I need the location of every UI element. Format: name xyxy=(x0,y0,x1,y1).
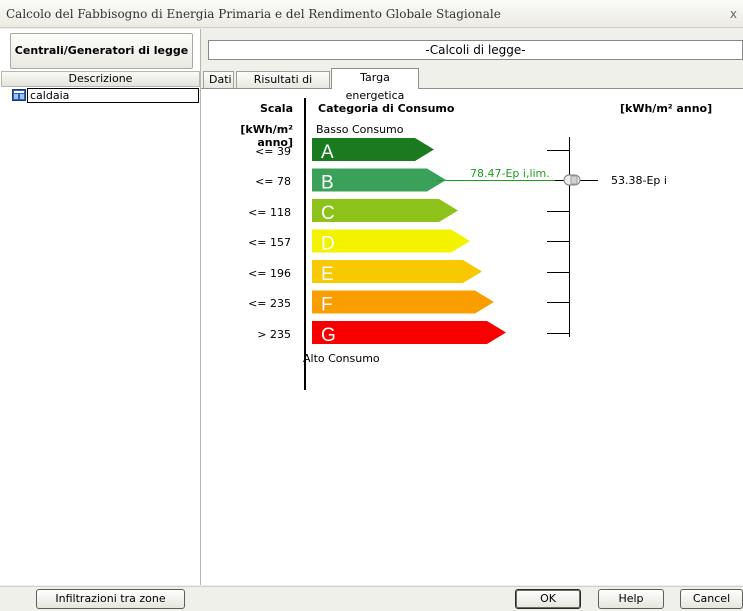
unit-right-label: [kWh/m² anno] xyxy=(620,102,713,115)
threshold-e: <= 196 xyxy=(248,267,291,280)
axis-tick xyxy=(547,150,569,151)
boiler-icon xyxy=(12,89,26,101)
axis-tick xyxy=(547,241,569,242)
axis-tick xyxy=(547,272,569,273)
threshold-g: > 235 xyxy=(257,328,291,341)
section-title: -Calcoli di legge- xyxy=(208,40,743,60)
class-d-arrow xyxy=(312,229,470,253)
scale-title: Scala xyxy=(259,102,293,115)
ok-button[interactable]: OK xyxy=(515,589,581,609)
class-a-letter: A xyxy=(321,142,334,163)
class-g-letter: G xyxy=(321,325,336,346)
value-axis-line xyxy=(569,137,570,337)
tab-targa-energetica[interactable]: Targa energetica xyxy=(331,68,419,102)
tab-risultati-di-calcolo[interactable]: Risultati di calcolo xyxy=(236,71,330,101)
threshold-b: <= 78 xyxy=(255,175,291,188)
class-f-letter: F xyxy=(321,295,333,316)
threshold-a: <= 39 xyxy=(255,145,291,158)
infiltrazioni-button[interactable]: Infiltrazioni tra zone xyxy=(36,589,185,609)
limit-marker-line xyxy=(437,180,555,181)
threshold-d: <= 157 xyxy=(248,236,291,249)
class-b-letter: B xyxy=(321,173,334,194)
close-icon[interactable]: x xyxy=(730,0,737,28)
class-e-letter: E xyxy=(321,264,334,285)
axis-tick xyxy=(547,302,569,303)
help-button[interactable]: Help xyxy=(598,589,664,609)
threshold-c: <= 118 xyxy=(248,206,291,219)
threshold-f: <= 235 xyxy=(248,297,291,310)
class-e-arrow xyxy=(312,260,482,283)
class-d-letter: D xyxy=(321,234,335,255)
value-pointer-icon xyxy=(563,174,581,186)
class-f-arrow xyxy=(312,290,494,314)
tab-dati[interactable]: Dati xyxy=(203,71,234,88)
class-g-arrow xyxy=(312,321,506,344)
cancel-button[interactable]: Cancel xyxy=(680,589,743,609)
window-title: Calcolo del Fabbisogno di Energia Primar… xyxy=(0,0,743,28)
axis-tick xyxy=(547,333,569,334)
alto-consumo-label: Alto Consumo xyxy=(303,352,380,365)
current-value-label: 53.38-Ep i xyxy=(611,174,667,187)
left-panel-header: Centrali/Generatori di legge xyxy=(10,33,193,69)
left-panel xyxy=(0,29,201,585)
limit-value-label: 78.47-Ep i,lim. xyxy=(470,167,550,180)
class-c-letter: C xyxy=(321,203,335,224)
value-marker-line xyxy=(580,180,598,181)
item-name-field[interactable]: caldaia xyxy=(27,88,199,103)
column-header-descrizione[interactable]: Descrizione xyxy=(1,71,200,87)
axis-tick xyxy=(547,211,569,212)
basso-consumo-label: Basso Consumo xyxy=(316,123,404,136)
scale-divider xyxy=(304,98,306,390)
